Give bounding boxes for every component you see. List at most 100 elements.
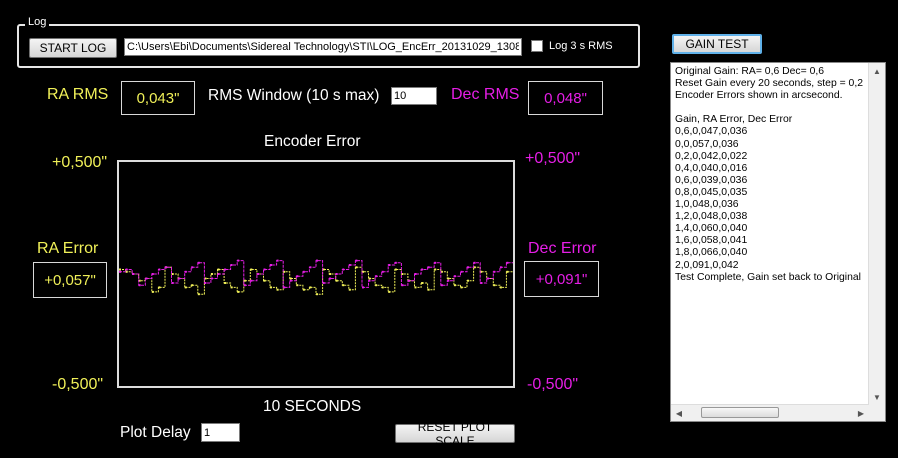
- log-3s-rms-label: Log 3 s RMS: [549, 40, 613, 52]
- ra-error-label: RA Error: [37, 240, 99, 257]
- dec-error-point: [368, 279, 371, 282]
- ra-error-point: [151, 290, 154, 293]
- dec-error-point: [191, 266, 194, 269]
- ra-error-point: [335, 279, 338, 282]
- log-line: 0,8,0,045,0,035: [675, 186, 748, 198]
- dec-error-point: [151, 273, 154, 275]
- log-line: 0,0,057,0,036: [675, 138, 739, 150]
- log-line: Encoder Errors shown in arcsecond.: [675, 90, 843, 102]
- dec-error-point: [270, 264, 272, 266]
- horizontal-scrollbar[interactable]: ◀ ▶: [671, 404, 869, 421]
- ra-error-point: [250, 268, 253, 271]
- log-3s-rms-checkbox[interactable]: [531, 40, 543, 52]
- ra-error-point: [217, 268, 220, 271]
- ra-error-value: +0,057": [33, 262, 107, 298]
- ra-error-point: [210, 273, 213, 275]
- dec-error-point: [388, 264, 391, 266]
- dec-error-point: [335, 273, 338, 275]
- scroll-down-icon[interactable]: ▼: [869, 389, 885, 405]
- dec-error-point: [434, 261, 437, 264]
- ra-error-point: [230, 286, 233, 289]
- dec-error-point: [210, 277, 213, 280]
- encoder-error-chart: [119, 259, 513, 296]
- ra-bottom-label: -0,500": [52, 376, 104, 393]
- dec-error-point: [283, 286, 286, 289]
- log-line: Reset Gain every 20 seconds, step = 0,2: [675, 78, 864, 90]
- dec-error-point: [440, 284, 443, 287]
- ra-error-point: [263, 279, 266, 282]
- dec-error-point: [132, 273, 135, 275]
- ra-error-point: [342, 284, 345, 287]
- dec-error-point: [394, 261, 397, 264]
- ra-error-point: [467, 279, 469, 282]
- log-lines: Original Gain: RA= 0,6 Dec= 0,6 Reset Gai…: [675, 66, 871, 284]
- dec-error-point: [256, 273, 259, 275]
- dec-rms-value: 0,048": [528, 81, 603, 115]
- log-line: 1,6,0,058,0,041: [675, 235, 748, 247]
- ra-error-point: [368, 277, 371, 280]
- dec-error-value: +0,091": [524, 261, 599, 297]
- dec-top-label: +0,500": [525, 150, 581, 167]
- scroll-right-icon[interactable]: ▶: [853, 405, 869, 421]
- gain-test-log[interactable]: Original Gain: RA= 0,6 Dec= 0,6 Reset Gai…: [670, 62, 886, 422]
- rms-window-label: RMS Window (10 s max): [208, 87, 380, 104]
- ra-error-point: [427, 288, 430, 291]
- dec-error-point: [217, 273, 220, 275]
- dec-error-point: [309, 266, 312, 269]
- ra-error-point: [316, 293, 318, 296]
- scroll-left-icon[interactable]: ◀: [671, 405, 687, 421]
- ra-error-point: [296, 284, 299, 287]
- log-line: 0,6,0,039,0,036: [675, 174, 748, 186]
- ra-error-point: [375, 284, 378, 287]
- ra-error-point: [270, 286, 272, 289]
- ra-error-point: [453, 284, 456, 287]
- dec-error-point: [342, 268, 345, 271]
- ra-error-point: [388, 290, 391, 293]
- horizontal-scroll-thumb[interactable]: [701, 407, 779, 418]
- ra-error-point: [197, 293, 200, 296]
- ra-error-point: [460, 286, 463, 289]
- dec-error-label: Dec Error: [528, 240, 597, 257]
- dec-bottom-label: -0,500": [527, 376, 579, 393]
- log-line: 1,4,0,060,0,040: [675, 223, 748, 235]
- vertical-scrollbar[interactable]: ▲ ▼: [868, 63, 885, 405]
- dec-error-point: [322, 282, 325, 284]
- dec-error-point: [362, 286, 364, 289]
- ra-error-point: [447, 277, 450, 280]
- dec-error-point: [296, 275, 299, 278]
- dec-error-point: [355, 259, 358, 262]
- ra-error-point: [302, 288, 305, 291]
- ra-error-point: [355, 266, 358, 269]
- ra-error-point: [237, 290, 240, 293]
- gain-test-button[interactable]: GAIN TEST: [672, 34, 762, 54]
- ra-error-point: [289, 277, 292, 280]
- dec-error-point: [427, 266, 430, 269]
- ra-error-point: [394, 268, 397, 271]
- ra-top-label: +0,500": [52, 154, 108, 171]
- dec-error-point: [401, 284, 404, 287]
- dec-error-point: [263, 268, 266, 271]
- plot-delay-input[interactable]: [201, 423, 240, 442]
- dec-error-point: [447, 279, 450, 282]
- dec-error-point: [171, 282, 174, 284]
- log-line: Original Gain: RA= 0,6 Dec= 0,6: [675, 66, 825, 77]
- ra-error-point: [329, 273, 332, 275]
- rms-window-input[interactable]: [391, 87, 437, 105]
- ra-error-point: [224, 282, 227, 284]
- dec-error-point: [453, 275, 456, 278]
- dec-error-point: [493, 270, 496, 273]
- log-line: 1,0,048,0,036: [675, 199, 739, 211]
- ra-rms-label: RA RMS: [47, 86, 109, 103]
- dec-error-point: [381, 270, 384, 273]
- ra-error-point: [499, 286, 502, 289]
- ra-error-point: [434, 268, 437, 271]
- reset-plot-scale-button[interactable]: RESET PLOT SCALE: [395, 420, 515, 448]
- log-path-input[interactable]: [124, 38, 522, 56]
- start-log-button[interactable]: START LOG: [29, 38, 117, 58]
- dec-error-point: [224, 268, 227, 271]
- dec-error-point: [119, 270, 121, 273]
- plot-title: Encoder Error: [264, 133, 361, 150]
- dec-error-point: [407, 279, 410, 282]
- scroll-up-icon[interactable]: ▲: [869, 63, 885, 79]
